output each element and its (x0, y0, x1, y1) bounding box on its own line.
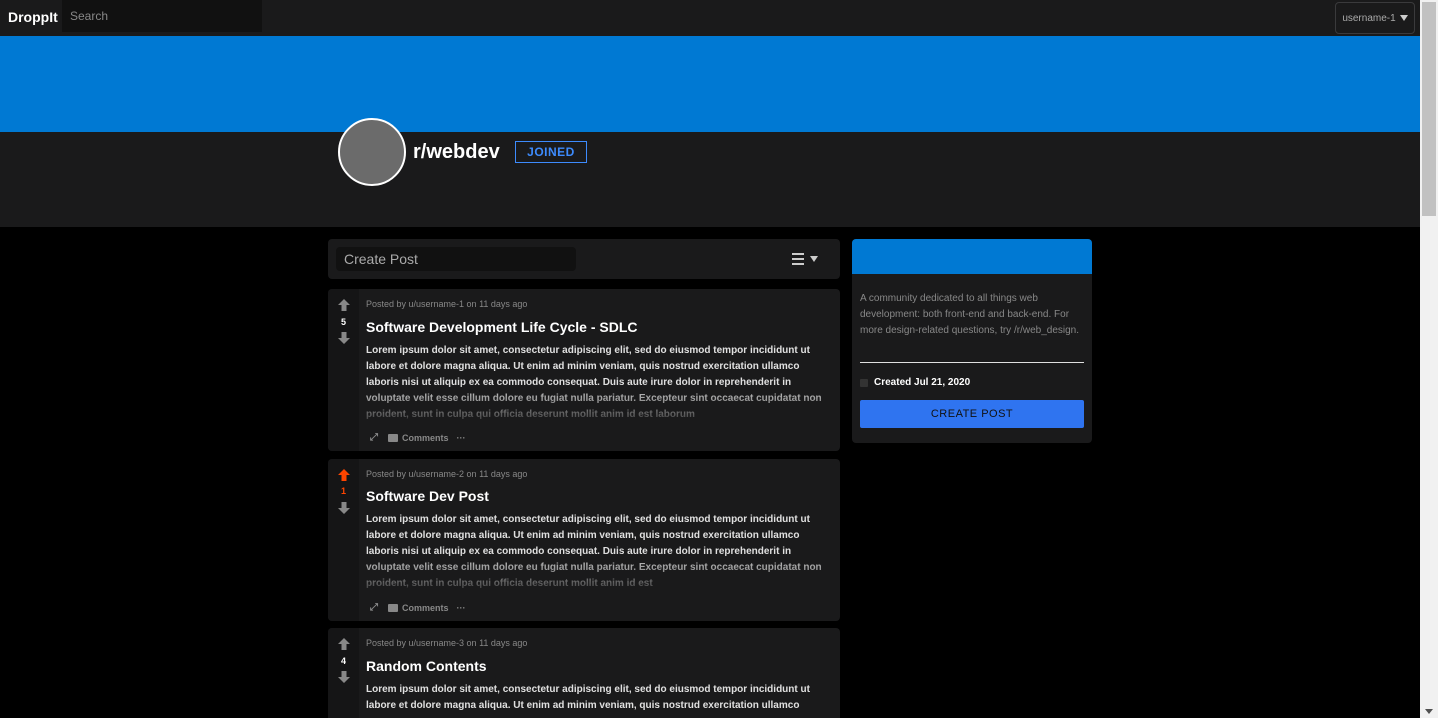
post-meta[interactable]: Posted by u/username-2 on 11 days ago (366, 469, 527, 479)
comments-label: Comments (402, 603, 449, 613)
downvote-arrow-icon[interactable] (337, 331, 351, 345)
more-options-icon[interactable]: ··· (457, 433, 466, 443)
post-card[interactable]: 4 Posted by u/username-3 on 11 days ago … (328, 628, 840, 718)
expand-icon[interactable]: ⤢ (370, 603, 380, 613)
post-title[interactable]: Software Development Life Cycle - SDLC (366, 319, 638, 335)
divider (860, 362, 1084, 363)
post-body: Lorem ipsum dolor sit amet, consectetur … (366, 682, 828, 718)
upvote-arrow-icon[interactable] (337, 637, 351, 651)
post-score: 1 (340, 486, 346, 496)
page-scrollbar[interactable] (1420, 0, 1438, 718)
post-card[interactable]: 1 Posted by u/username-2 on 11 days ago … (328, 459, 840, 621)
cake-icon (860, 378, 868, 387)
post-title[interactable]: Software Dev Post (366, 488, 489, 504)
body-fade-overlay (366, 383, 828, 423)
upvote-arrow-icon[interactable] (337, 298, 351, 312)
subreddit-banner (0, 36, 1420, 132)
downvote-arrow-icon[interactable] (337, 670, 351, 684)
post-body: Lorem ipsum dolor sit amet, consectetur … (366, 512, 828, 592)
username-label: username-1 (1342, 12, 1396, 24)
downvote-arrow-icon[interactable] (337, 501, 351, 515)
post-title[interactable]: Random Contents (366, 658, 487, 674)
view-mode-dropdown[interactable] (792, 251, 818, 267)
create-post-bar (328, 239, 840, 279)
post-actions: ⤢ Comments ··· (370, 603, 466, 614)
vote-column: 5 (328, 289, 359, 451)
comment-icon (388, 434, 398, 442)
more-options-icon[interactable]: ··· (457, 603, 466, 613)
create-post-input[interactable] (336, 247, 576, 271)
post-actions: ⤢ Comments ··· (370, 433, 466, 444)
created-date: Created Jul 21, 2020 (860, 377, 970, 388)
subreddit-header (0, 132, 1420, 227)
community-info-card: A community dedicated to all things web … (852, 239, 1092, 443)
chevron-down-icon (1399, 15, 1408, 21)
post-score: 4 (340, 656, 346, 666)
created-label: Created Jul 21, 2020 (874, 377, 971, 388)
comments-button[interactable]: Comments (388, 433, 449, 443)
vote-column: 1 (328, 459, 359, 621)
community-description: A community dedicated to all things web … (860, 293, 1080, 336)
expand-icon[interactable]: ⤢ (370, 433, 380, 443)
post-body: Lorem ipsum dolor sit amet, consectetur … (366, 343, 828, 423)
scroll-down-arrow-icon[interactable] (1425, 709, 1433, 714)
list-view-icon (792, 253, 804, 265)
user-menu-dropdown[interactable]: username-1 (1335, 2, 1415, 34)
community-card-header (852, 239, 1092, 274)
top-navbar: DroppIt username-1 (0, 0, 1420, 37)
chevron-down-icon (810, 256, 818, 262)
post-meta[interactable]: Posted by u/username-3 on 11 days ago (366, 638, 527, 648)
comments-label: Comments (402, 433, 449, 443)
post-score: 5 (340, 317, 346, 327)
post-body-text: Lorem ipsum dolor sit amet, consectetur … (366, 684, 810, 711)
joined-button[interactable]: JOINED (515, 141, 587, 163)
subreddit-avatar (338, 118, 406, 186)
upvote-arrow-icon[interactable] (337, 468, 351, 482)
post-meta[interactable]: Posted by u/username-1 on 11 days ago (366, 299, 527, 309)
post-card[interactable]: 5 Posted by u/username-1 on 11 days ago … (328, 289, 840, 451)
body-fade-overlay (366, 552, 828, 592)
subreddit-title: r/webdev (413, 141, 500, 163)
comments-button[interactable]: Comments (388, 603, 449, 613)
vote-column: 4 (328, 628, 359, 718)
create-post-button[interactable]: CREATE POST (860, 400, 1084, 428)
search-input[interactable] (62, 0, 262, 32)
comment-icon (388, 604, 398, 612)
brand-logo[interactable]: DroppIt (8, 9, 58, 25)
scrollbar-thumb[interactable] (1422, 2, 1436, 216)
